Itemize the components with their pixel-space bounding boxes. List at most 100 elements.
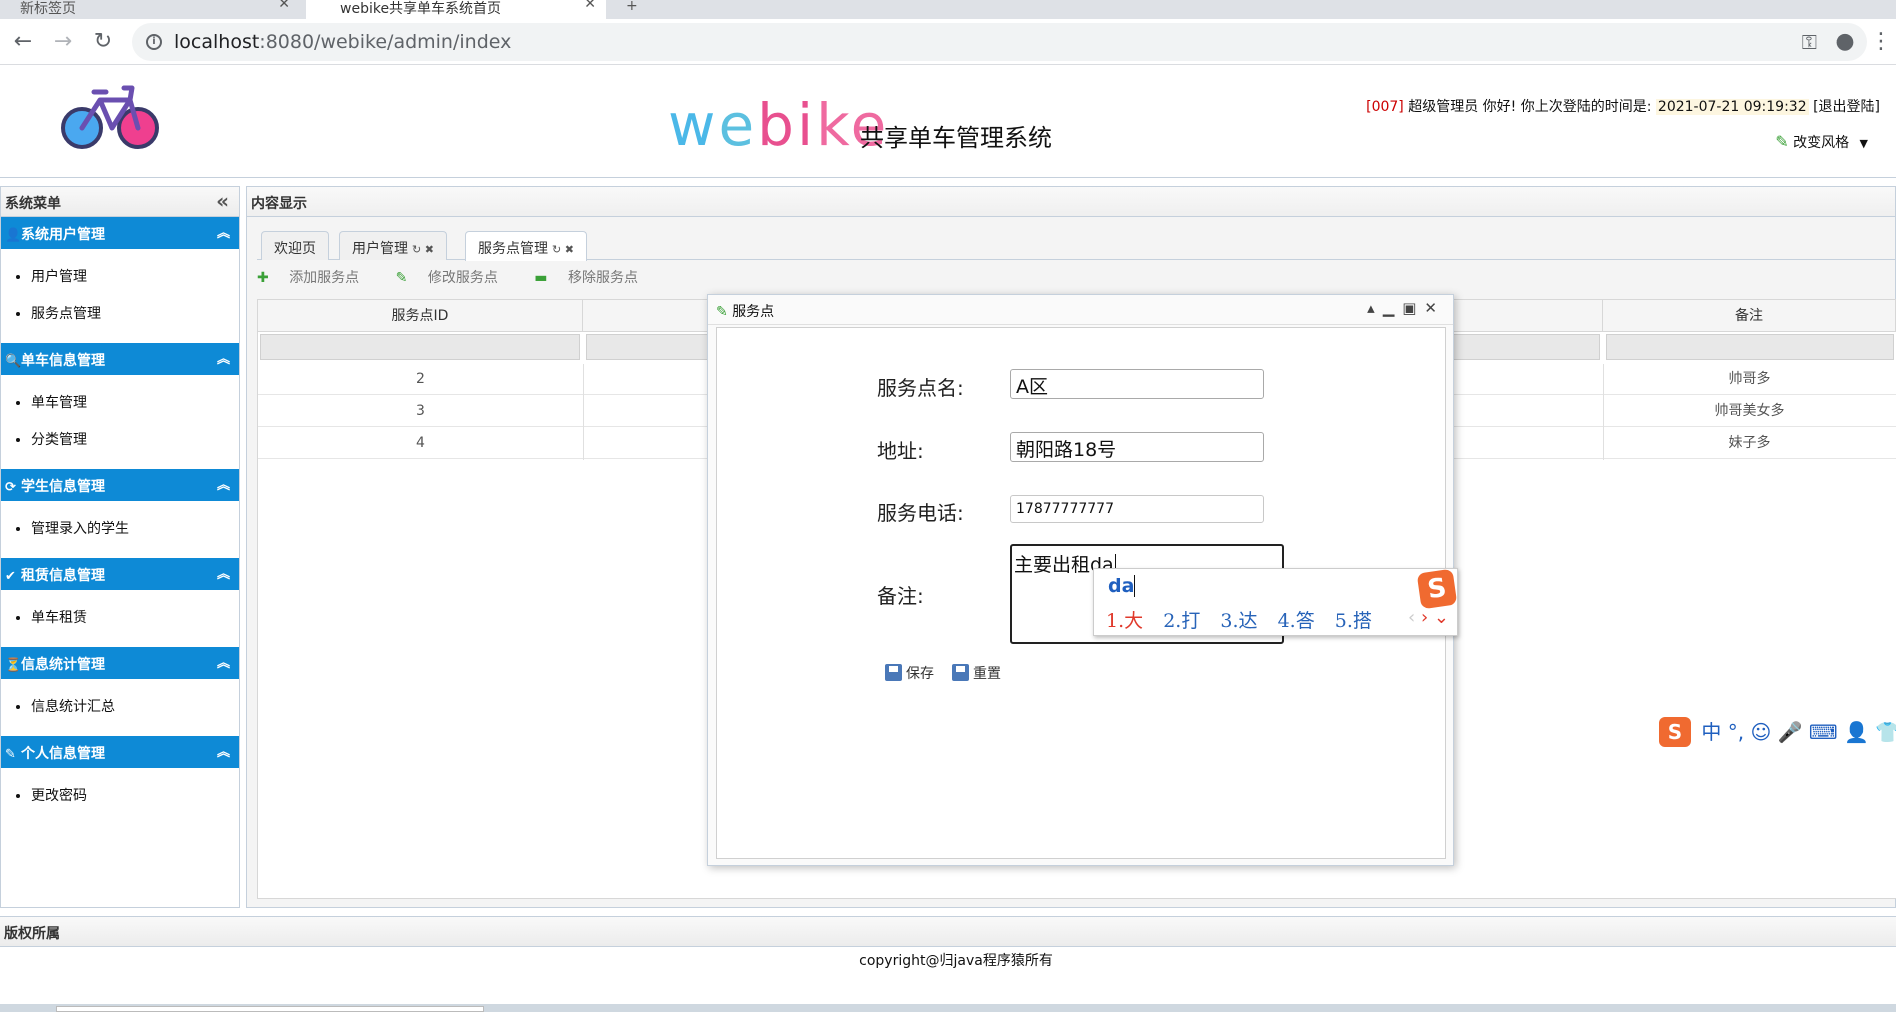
refresh-icon: ⟳ [5, 480, 16, 495]
refresh-close-icon[interactable]: ↻ ✖ [552, 243, 574, 256]
address-input[interactable]: 朝阳路18号 [1010, 432, 1264, 462]
minimize-icon[interactable]: ▁ [1383, 299, 1403, 317]
phone-input[interactable]: 17877777777 [1010, 495, 1264, 523]
ime-mode-toggle[interactable]: 中 [1701, 720, 1721, 744]
chevron-down-icon[interactable]: ⌄ [1434, 607, 1449, 628]
ime-composition: da [1108, 575, 1136, 597]
taskbar-field[interactable] [56, 1006, 484, 1012]
menu-section-personal-info[interactable]: ✎ 个人信息管理 ︽ [1, 736, 239, 768]
menu-item-change-password[interactable]: 更改密码 [31, 778, 239, 815]
user-code: [007] [1366, 99, 1404, 115]
ime-candidate-window: da 1.大 2.打 3.达 4.答 5.搭 S ‹ › ⌄ [1093, 568, 1458, 636]
dialog-title: 服务点 [732, 304, 775, 320]
column-divider [1603, 364, 1604, 460]
chevron-right-icon[interactable]: › [1421, 607, 1428, 628]
ime-candidate[interactable]: 3.达 [1220, 610, 1257, 632]
chevron-up-icon[interactable]: ︽ [217, 563, 230, 582]
refresh-close-icon[interactable]: ↻ ✖ [412, 243, 434, 256]
browser-tabstrip: 新标签页 ✕ webike共享单车系统首页 ✕ + [0, 0, 1896, 19]
chevron-up-icon[interactable]: ︽ [217, 474, 230, 493]
tab-service-point-management[interactable]: 服务点管理 ↻ ✖ [465, 231, 587, 261]
menu-section-body: 单车租赁 [1, 590, 239, 647]
system-menu-header: 系统菜单 « [1, 187, 239, 217]
reload-icon[interactable]: ↻ [88, 27, 118, 57]
ime-candidate[interactable]: 1.大 [1106, 610, 1143, 632]
info-icon[interactable]: i [146, 34, 162, 50]
key-icon[interactable]: ⚿ [1802, 30, 1817, 54]
microphone-icon[interactable]: 🎤 [1778, 720, 1803, 744]
add-service-point-button[interactable]: ✚ 添加服务点 [257, 270, 375, 286]
browser-tab-webike[interactable]: webike共享单车系统首页 ✕ [306, 0, 606, 19]
browser-toolbar: ← → ↻ i localhost:8080/webike/admin/inde… [0, 19, 1896, 65]
back-arrow-icon[interactable]: ← [8, 27, 38, 57]
search-icon: 🔍 [5, 354, 22, 369]
menu-section-body: 管理录入的学生 [1, 501, 239, 558]
chevron-up-icon[interactable]: ︽ [217, 348, 230, 367]
filter-cell[interactable] [260, 334, 580, 360]
ime-status-bar: S 中 °, ☺ 🎤 ⌨ 👤 👕 [1659, 716, 1896, 748]
user-icon: 👤 [5, 228, 22, 243]
phone-label: 服务电话: [877, 501, 964, 525]
menu-icon[interactable]: ⋮ [1866, 27, 1896, 57]
pencil-icon: ✎ [5, 747, 16, 762]
tab-user-management[interactable]: 用户管理 ↻ ✖ [339, 231, 447, 260]
remove-service-point-button[interactable]: ▬ 移除服务点 [534, 270, 654, 286]
ime-candidate[interactable]: 2.打 [1163, 610, 1200, 632]
chevron-left-icon[interactable]: ‹ [1408, 607, 1415, 628]
column-header-remark[interactable]: 备注 [1603, 300, 1896, 332]
close-icon[interactable]: ✕ [584, 0, 596, 12]
chevron-up-icon[interactable]: ︽ [217, 652, 230, 671]
check-icon: ✔ [5, 569, 16, 584]
address-label: 地址: [877, 439, 924, 463]
copyright-panel-title: 版权所属 [4, 926, 60, 942]
punctuation-icon[interactable]: °, [1728, 720, 1744, 744]
ime-candidate-list: 1.大 2.打 3.达 4.答 5.搭 [1106, 606, 1386, 633]
forward-arrow-icon[interactable]: → [48, 27, 78, 57]
grid-toolbar: ✚ 添加服务点 ✎ 修改服务点 ▬ 移除服务点 [257, 267, 670, 287]
tab-welcome[interactable]: 欢迎页 [261, 231, 329, 260]
ime-candidate[interactable]: 4.答 [1278, 610, 1315, 632]
menu-item-bike-management[interactable]: 单车管理 [31, 385, 239, 422]
menu-item-service-point-management[interactable]: 服务点管理 [31, 296, 239, 333]
edit-service-point-button[interactable]: ✎ 修改服务点 [396, 270, 514, 286]
menu-section-system-users[interactable]: 👤系统用户管理 ︽ [1, 217, 239, 249]
user-icon[interactable]: 👤 [1844, 720, 1869, 744]
sogou-logo-icon[interactable]: S [1659, 717, 1691, 747]
menu-item-category-management[interactable]: 分类管理 [31, 422, 239, 459]
keyboard-icon[interactable]: ⌨ [1809, 720, 1838, 744]
menu-item-user-management[interactable]: 用户管理 [31, 259, 239, 296]
remove-icon: ▬ [534, 270, 548, 286]
reset-button[interactable]: 重置 [952, 663, 1001, 683]
menu-section-statistics[interactable]: ⏳信息统计管理 ︽ [1, 647, 239, 679]
system-menu-title: 系统菜单 [5, 196, 61, 212]
menu-item-statistics-summary[interactable]: 信息统计汇总 [31, 689, 239, 726]
chevron-up-icon[interactable]: ︽ [217, 741, 230, 760]
change-theme-button[interactable]: ✎ 改变风格 ▼ [1775, 132, 1868, 152]
ime-candidate[interactable]: 5.搭 [1335, 610, 1372, 632]
collapse-icon[interactable]: ▴ [1367, 299, 1383, 317]
menu-section-rental-info[interactable]: ✔ 租赁信息管理 ︽ [1, 558, 239, 590]
menu-section-student-info[interactable]: ⟳ 学生信息管理 ︽ [1, 469, 239, 501]
logout-link[interactable]: [退出登陆] [1813, 99, 1880, 115]
browser-tab-label: 新标签页 [20, 1, 76, 17]
menu-section-bike-info[interactable]: 🔍单车信息管理 ︽ [1, 343, 239, 375]
column-header-id[interactable]: 服务点ID [258, 300, 583, 332]
chevron-up-icon[interactable]: ︽ [217, 222, 230, 241]
close-icon[interactable]: ✕ [1424, 299, 1445, 317]
browser-tab-newtab[interactable]: 新标签页 ✕ [0, 0, 300, 19]
maximize-icon[interactable]: ▣ [1402, 299, 1424, 317]
menu-item-students[interactable]: 管理录入的学生 [31, 511, 239, 548]
address-bar[interactable]: i localhost:8080/webike/admin/index ⚿ ☆ [132, 23, 1867, 61]
pencil-icon: ✎ [716, 304, 728, 320]
new-tab-button[interactable]: + [618, 0, 658, 19]
save-icon [885, 664, 902, 681]
profile-icon[interactable]: ● [1830, 27, 1860, 57]
save-button[interactable]: 保存 [885, 663, 934, 683]
filter-cell[interactable] [1606, 334, 1894, 360]
close-icon[interactable]: ✕ [278, 0, 290, 12]
emoji-icon[interactable]: ☺ [1750, 720, 1771, 744]
collapse-left-icon[interactable]: « [216, 189, 229, 213]
shirt-icon[interactable]: 👕 [1875, 720, 1896, 744]
menu-item-bike-rental[interactable]: 单车租赁 [31, 600, 239, 637]
service-point-name-input[interactable]: A区 [1010, 369, 1264, 399]
